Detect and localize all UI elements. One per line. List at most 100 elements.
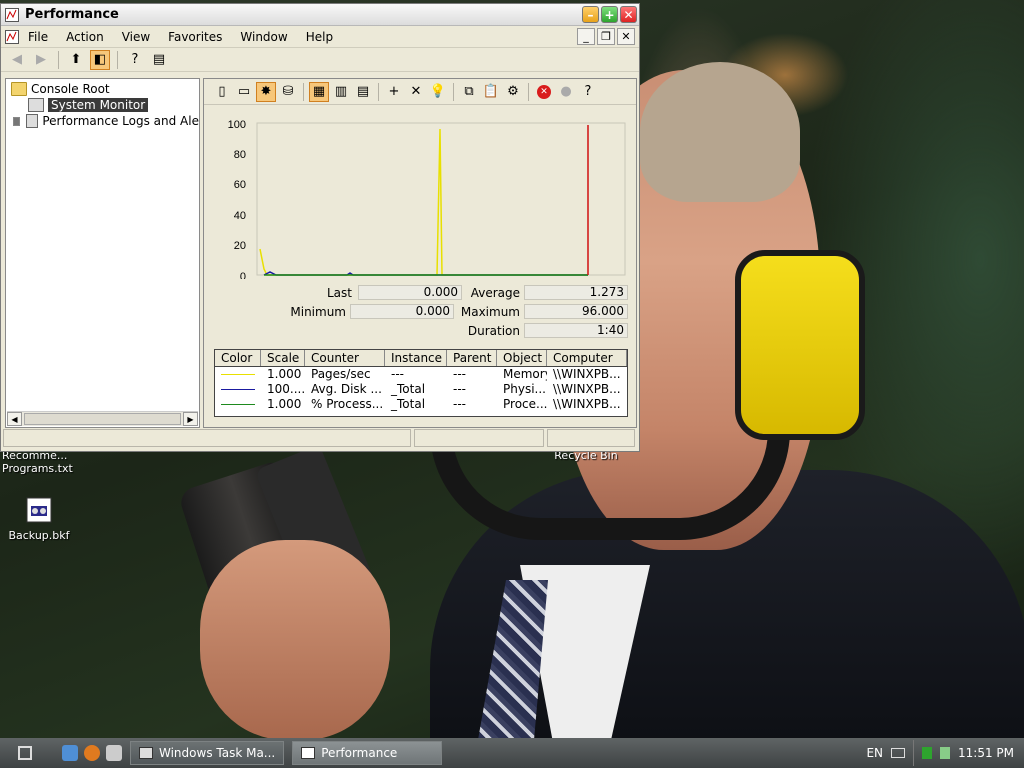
- tree-item-performance-logs[interactable]: Performance Logs and Ale: [6, 113, 199, 129]
- delete-icon[interactable]: ✕: [406, 82, 426, 102]
- column-header-scale[interactable]: Scale: [261, 350, 305, 366]
- legend-scale: 1.000: [267, 397, 302, 411]
- update-data-icon[interactable]: ●: [556, 82, 576, 102]
- toolbar-separator: [58, 50, 59, 69]
- view-histogram-icon[interactable]: ▥: [331, 82, 351, 102]
- performance-window: Performance – + ✕ File Action View Favor…: [0, 3, 640, 452]
- menu-action[interactable]: Action: [57, 30, 113, 44]
- firefox-icon[interactable]: [84, 745, 100, 761]
- mdi-restore-button[interactable]: ❐: [597, 28, 615, 45]
- wallpaper-hand: [200, 540, 390, 740]
- tree-item-console-root[interactable]: Console Root: [6, 81, 199, 97]
- legend-row[interactable]: 1.000 Pages/sec --- --- Memory \\WINXPB.…: [215, 367, 627, 382]
- expand-icon[interactable]: [13, 116, 21, 126]
- menu-favorites[interactable]: Favorites: [159, 30, 231, 44]
- maximize-button[interactable]: +: [601, 6, 618, 23]
- column-header-computer[interactable]: Computer: [547, 350, 627, 366]
- legend-parent: ---: [453, 382, 466, 396]
- help-icon[interactable]: ?: [125, 50, 145, 70]
- new-counter-set-icon[interactable]: ▯: [212, 82, 232, 102]
- media-player-icon[interactable]: [106, 745, 122, 761]
- status-pane-2: [414, 429, 544, 447]
- last-label: Last: [327, 286, 352, 300]
- freeze-display-icon[interactable]: ✕: [534, 82, 554, 102]
- legend-row[interactable]: 1.000 % Process... _Total --- Proce... \…: [215, 397, 627, 412]
- add-icon[interactable]: +: [384, 82, 404, 102]
- clear-display-icon[interactable]: ▭: [234, 82, 254, 102]
- view-report-icon[interactable]: ▤: [353, 82, 373, 102]
- internet-explorer-icon[interactable]: [62, 745, 78, 761]
- view-log-data-icon[interactable]: ⛁: [278, 82, 298, 102]
- paste-counter-list-icon[interactable]: 📋: [481, 82, 501, 102]
- status-bar: [3, 429, 637, 449]
- clock-area: 11:51 PM: [913, 740, 1014, 766]
- start-button[interactable]: [6, 740, 44, 766]
- mdi-minimize-button[interactable]: _: [577, 28, 595, 45]
- wallpaper-hair: [640, 62, 800, 202]
- show-hide-action-pane-icon[interactable]: ▤: [149, 50, 169, 70]
- tree-item-label: Console Root: [31, 82, 110, 96]
- legend-row[interactable]: 100.... Avg. Disk ... _Total --- Physi..…: [215, 382, 627, 397]
- keyboard-icon[interactable]: [891, 748, 905, 758]
- forward-icon[interactable]: ▶: [31, 50, 51, 70]
- close-button[interactable]: ✕: [620, 6, 637, 23]
- toolbar-separator: [528, 82, 529, 101]
- wallpaper-earmuff: [735, 250, 865, 440]
- up-one-level-icon[interactable]: ⬆: [66, 50, 86, 70]
- desktop-icon-programs-txt[interactable]: Recomme... Programs.txt: [2, 449, 82, 475]
- y-tick-40: 40: [234, 210, 246, 222]
- y-tick-80: 80: [234, 149, 246, 161]
- security-icon[interactable]: [940, 747, 950, 759]
- desktop-icon-backup-bkf[interactable]: Backup.bkf: [4, 496, 74, 542]
- menu-file[interactable]: File: [19, 30, 57, 44]
- tree-item-system-monitor[interactable]: System Monitor: [6, 97, 199, 113]
- legend-scale: 100....: [267, 382, 305, 396]
- view-graph-icon[interactable]: ▦: [309, 81, 329, 102]
- scrollbar-thumb[interactable]: [24, 413, 181, 425]
- legend-computer: \\WINXPB...: [553, 367, 621, 381]
- scroll-right-icon[interactable]: ▶: [183, 412, 198, 426]
- menu-view[interactable]: View: [113, 30, 159, 44]
- system-monitor-pane: ▯ ▭ ✸ ⛁ ▦ ▥ ▤ + ✕ 💡 ⧉ 📋 ⚙ ✕ ● ? 100 80 6…: [203, 78, 637, 428]
- menu-help[interactable]: Help: [297, 30, 342, 44]
- mdi-close-button[interactable]: ✕: [617, 28, 635, 45]
- clock[interactable]: 11:51 PM: [958, 746, 1014, 760]
- legend-counter: % Process...: [311, 397, 384, 411]
- legend-instance: _Total: [391, 382, 426, 396]
- average-label: Average: [470, 286, 520, 300]
- tree-horizontal-scrollbar[interactable]: ◀ ▶: [7, 411, 198, 426]
- scroll-left-icon[interactable]: ◀: [7, 412, 22, 426]
- legend-computer: \\WINXPB...: [553, 397, 621, 411]
- tree-item-label: System Monitor: [48, 98, 149, 112]
- column-header-color[interactable]: Color: [215, 350, 261, 366]
- back-icon[interactable]: ◀: [7, 50, 27, 70]
- network-icon[interactable]: [922, 747, 932, 759]
- column-header-instance[interactable]: Instance: [385, 350, 447, 366]
- performance-app-icon: [301, 747, 316, 759]
- statistics-panel: Last 0.000 Average 1.273 Minimum 0.000 M…: [204, 284, 636, 344]
- console-toolbar: ◀ ▶ ⬆ ◧ ? ▤: [1, 48, 639, 72]
- legend-parent: ---: [453, 367, 466, 381]
- column-header-parent[interactable]: Parent: [447, 350, 497, 366]
- taskbar-performance[interactable]: Performance: [292, 741, 443, 765]
- column-header-counter[interactable]: Counter: [305, 350, 385, 366]
- help-icon[interactable]: ?: [578, 82, 598, 102]
- copy-properties-icon[interactable]: ⧉: [459, 82, 479, 102]
- system-tray: EN 11:51 PM: [866, 740, 1024, 766]
- menu-window[interactable]: Window: [231, 30, 296, 44]
- language-indicator[interactable]: EN: [866, 746, 883, 760]
- duration-value: 1:40: [524, 323, 628, 338]
- view-current-activity-icon[interactable]: ✸: [256, 81, 276, 102]
- column-header-object[interactable]: Object: [497, 350, 547, 366]
- console-icon[interactable]: [5, 29, 19, 44]
- maximum-label: Maximum: [460, 305, 520, 319]
- minimum-value: 0.000: [350, 304, 454, 319]
- highlight-icon[interactable]: 💡: [428, 82, 448, 102]
- title-bar[interactable]: Performance – + ✕: [1, 4, 639, 26]
- properties-icon[interactable]: ⚙: [503, 82, 523, 102]
- minimize-button[interactable]: –: [582, 6, 599, 23]
- taskbar-task-manager[interactable]: Windows Task Ma...: [130, 741, 285, 765]
- system-monitor-toolbar: ▯ ▭ ✸ ⛁ ▦ ▥ ▤ + ✕ 💡 ⧉ 📋 ⚙ ✕ ● ?: [204, 79, 636, 105]
- show-hide-tree-icon[interactable]: ◧: [90, 49, 110, 70]
- legend-counter: Avg. Disk ...: [311, 382, 382, 396]
